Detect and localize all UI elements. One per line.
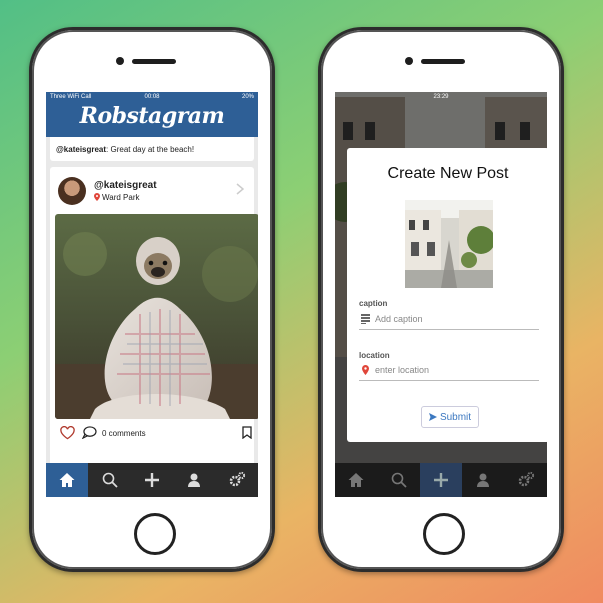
location-label: location xyxy=(359,351,390,360)
selected-photo-preview xyxy=(405,200,493,288)
user-icon xyxy=(188,473,201,487)
battery-text: 20% xyxy=(241,94,254,100)
previous-post-caption: : Great day at the beach! xyxy=(106,145,195,154)
home-button[interactable] xyxy=(134,513,176,555)
earpiece-speaker xyxy=(132,59,176,64)
status-time: 00:08 xyxy=(144,94,160,100)
status-bar: Three WiFi Call 00:08 20% xyxy=(46,92,258,102)
bookmark-icon[interactable] xyxy=(242,426,252,439)
home-icon xyxy=(59,473,75,487)
create-post-modal: Create New Post caption Add caption loca… xyxy=(347,148,547,442)
search-icon xyxy=(391,472,407,488)
plus-icon xyxy=(145,473,160,487)
create-post-screen: 23:29 Create New Post caption Add captio… xyxy=(335,92,547,497)
post-location-text: Ward Park xyxy=(102,193,140,202)
location-pin-icon xyxy=(94,193,100,201)
text-lines-icon xyxy=(361,314,370,324)
street-photo xyxy=(405,200,493,288)
submit-label: Submit xyxy=(439,411,472,423)
tab-settings[interactable] xyxy=(505,463,547,497)
front-camera xyxy=(116,57,124,65)
tab-add[interactable] xyxy=(131,463,173,497)
modal-title: Create New Post xyxy=(387,165,509,182)
comment-icon[interactable] xyxy=(82,426,97,439)
feed-screen: Three WiFi Call 00:08 20% Robstagram @ka… xyxy=(46,92,258,497)
home-button[interactable] xyxy=(423,513,465,555)
location-field[interactable]: enter location xyxy=(359,362,539,381)
search-icon xyxy=(102,472,118,488)
previous-post-user[interactable]: @kateisgreat xyxy=(56,145,106,154)
app-logo: Robstagram xyxy=(79,103,225,129)
user-icon xyxy=(477,473,490,487)
plus-icon xyxy=(434,473,449,487)
tab-bar xyxy=(46,463,258,497)
tab-search[interactable] xyxy=(377,463,419,497)
feed[interactable]: @kateisgreat: Great day at the beach! @k… xyxy=(46,137,258,467)
tab-profile[interactable] xyxy=(462,463,504,497)
previous-post-card[interactable]: @kateisgreat: Great day at the beach! xyxy=(50,137,254,161)
tab-profile[interactable] xyxy=(173,463,215,497)
settings-icon xyxy=(229,471,245,487)
tab-settings[interactable] xyxy=(216,463,258,497)
send-icon xyxy=(428,413,437,421)
heart-icon[interactable] xyxy=(60,426,75,440)
tab-add[interactable] xyxy=(419,463,463,497)
caption-field[interactable]: Add caption xyxy=(359,311,539,330)
phone-left: Three WiFi Call 00:08 20% Robstagram @ka… xyxy=(29,27,275,572)
tab-search[interactable] xyxy=(88,463,130,497)
post-card: @kateisgreat Ward Park 0 comments xyxy=(50,167,258,467)
settings-icon xyxy=(518,471,534,487)
earpiece-speaker xyxy=(421,59,465,64)
front-camera xyxy=(405,57,413,65)
status-time: 23:29 xyxy=(433,94,449,100)
chevron-right-icon[interactable] xyxy=(236,183,244,195)
tab-home[interactable] xyxy=(335,463,377,497)
post-photo[interactable] xyxy=(55,214,258,419)
post-actions: 0 comments xyxy=(54,423,258,443)
location-pin-icon xyxy=(362,365,369,375)
avatar[interactable] xyxy=(58,177,86,205)
app-header: Three WiFi Call 00:08 20% Robstagram xyxy=(46,92,258,137)
home-icon xyxy=(348,473,364,487)
phone-right: 23:29 Create New Post caption Add captio… xyxy=(318,27,564,572)
submit-button[interactable]: Submit xyxy=(421,406,479,428)
post-username[interactable]: @kateisgreat xyxy=(94,180,157,191)
caption-placeholder: Add caption xyxy=(375,314,423,324)
comments-count[interactable]: 0 comments xyxy=(102,429,146,438)
caption-label: caption xyxy=(359,299,388,308)
status-bar: 23:29 xyxy=(335,92,547,102)
location-placeholder: enter location xyxy=(375,365,430,375)
tab-bar xyxy=(335,463,547,497)
post-location: Ward Park xyxy=(94,193,140,202)
tab-home[interactable] xyxy=(46,463,89,497)
pug-in-blanket-image xyxy=(55,214,258,419)
